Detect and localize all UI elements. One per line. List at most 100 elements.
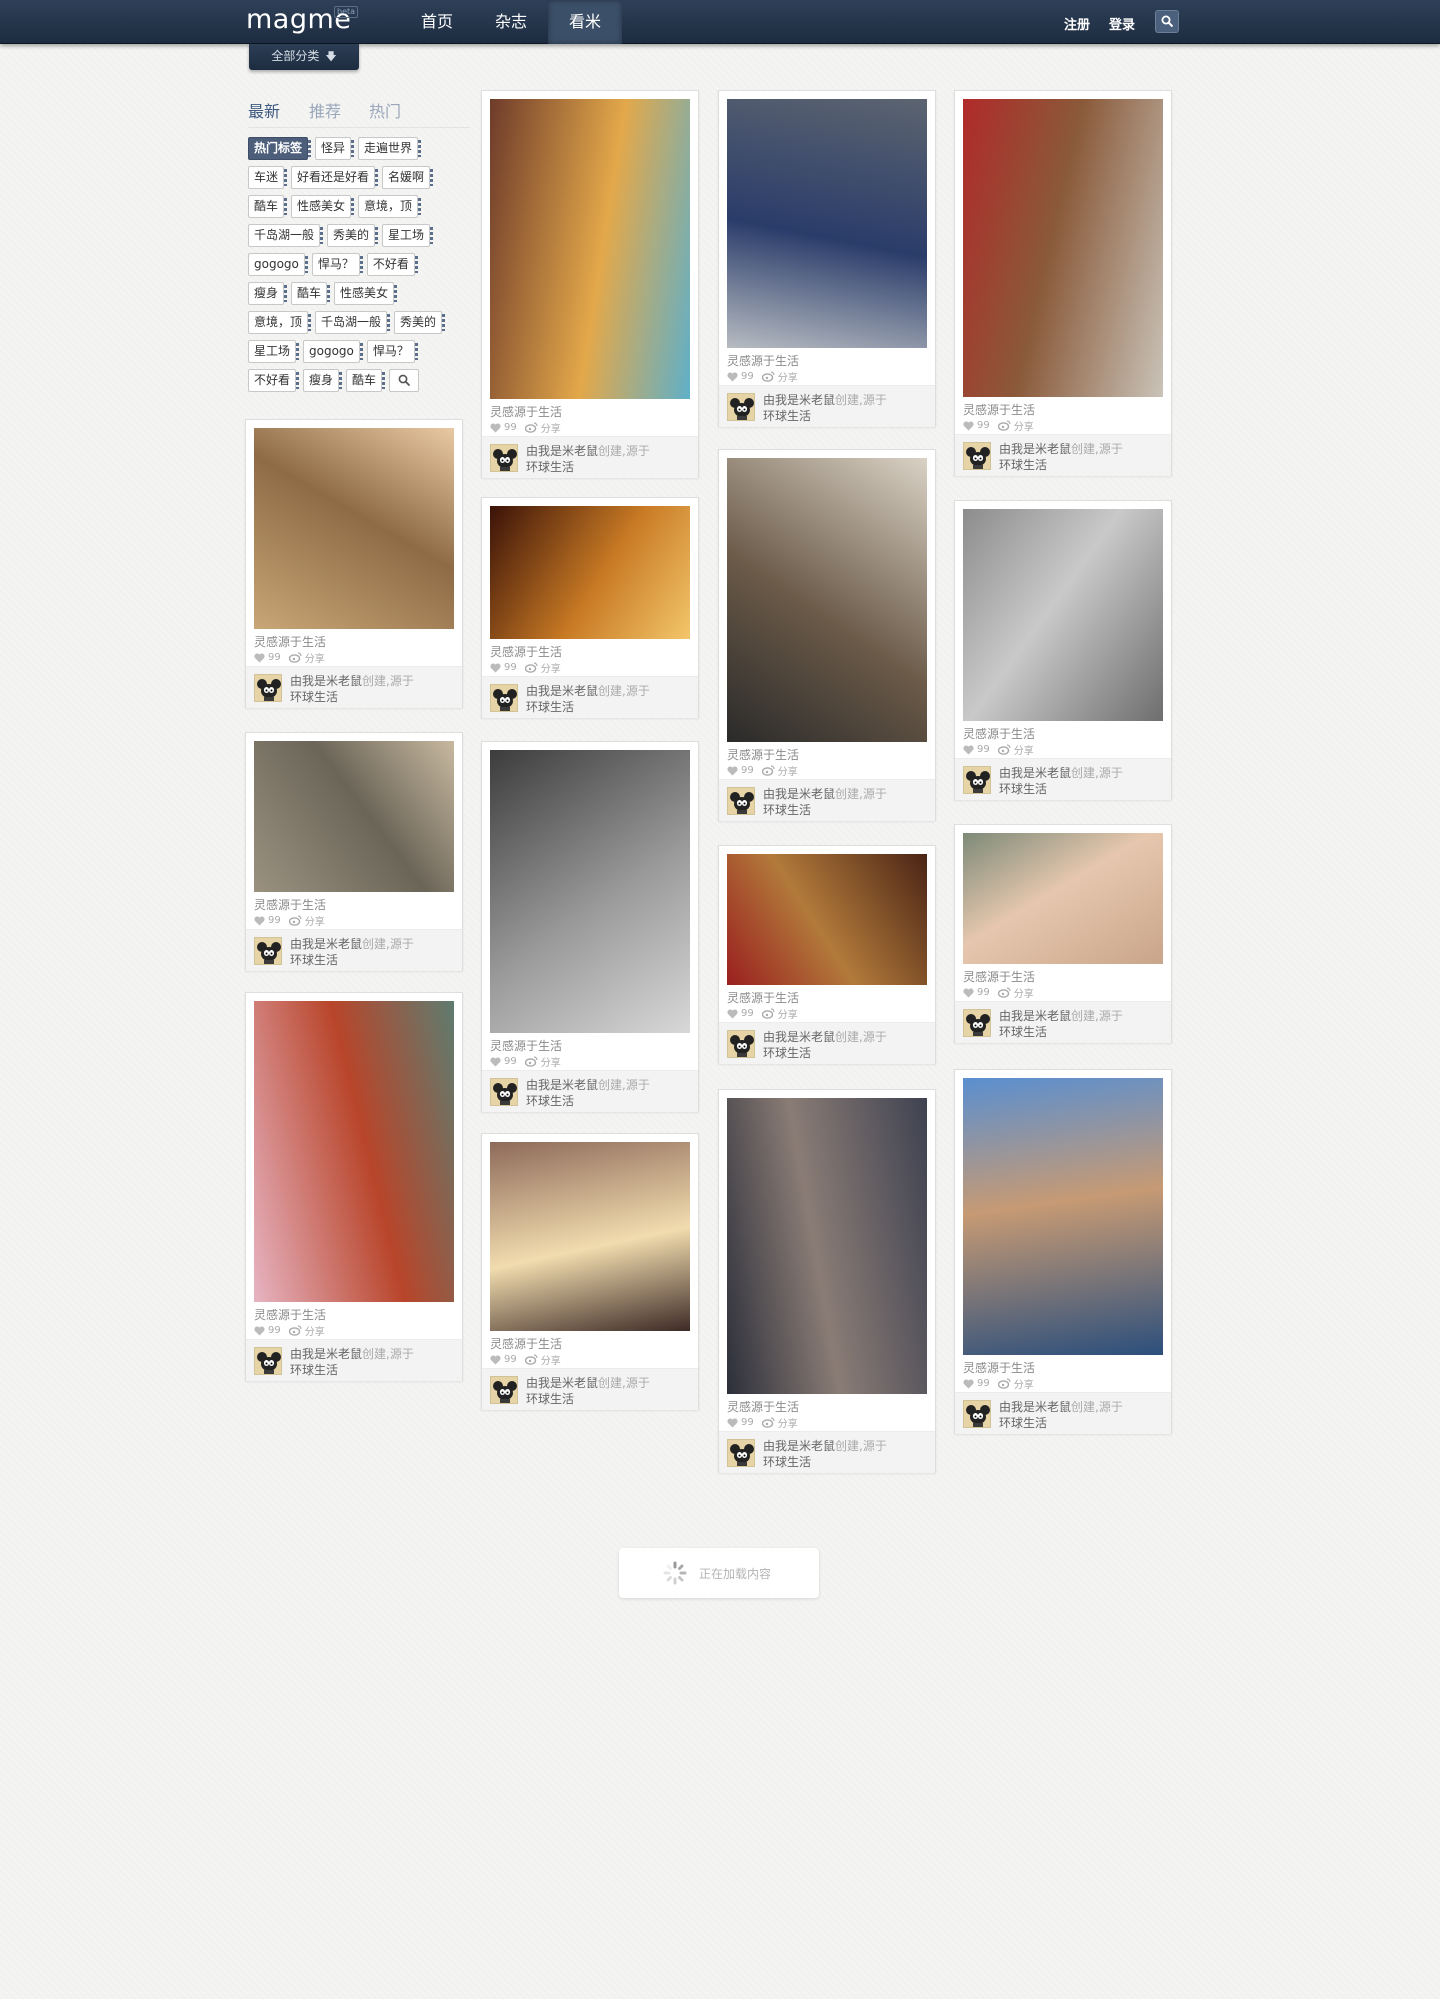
- photo-card[interactable]: 灵感源于生活 99 分享 由我是米老鼠创建,源于 环球生活: [481, 497, 699, 718]
- share-button[interactable]: 分享: [288, 913, 325, 928]
- board-link[interactable]: 环球生活: [526, 700, 574, 714]
- tag-item[interactable]: 星工场: [382, 224, 434, 247]
- photo-card[interactable]: 灵感源于生活 99 分享 由我是米老鼠创建,源于 环球生活: [718, 1089, 936, 1473]
- creator-link[interactable]: 由我是米老鼠: [290, 674, 362, 688]
- photo-card[interactable]: 灵感源于生活 99 分享 由我是米老鼠创建,源于 环球生活: [481, 1133, 699, 1410]
- tag-item[interactable]: 瘦身: [303, 369, 343, 392]
- board-link[interactable]: 环球生活: [763, 1046, 811, 1060]
- tag-item[interactable]: 酷车: [346, 369, 386, 392]
- card-title[interactable]: 灵感源于生活: [727, 989, 799, 1006]
- tag-item[interactable]: 悍马？: [366, 340, 418, 363]
- card-photo[interactable]: [963, 99, 1163, 397]
- board-link[interactable]: 环球生活: [763, 409, 811, 423]
- card-title[interactable]: 灵感源于生活: [490, 1335, 562, 1352]
- photo-card[interactable]: 灵感源于生活 99 分享 由我是米老鼠创建,源于 环球生活: [954, 824, 1172, 1043]
- card-photo[interactable]: [727, 854, 927, 985]
- share-button[interactable]: 分享: [761, 1415, 798, 1430]
- avatar[interactable]: [490, 1078, 518, 1106]
- like-button[interactable]: 99: [490, 1354, 517, 1365]
- login-link[interactable]: 登录: [1109, 14, 1135, 33]
- tag-item[interactable]: gogogo: [248, 253, 308, 276]
- card-photo[interactable]: [254, 428, 454, 629]
- avatar[interactable]: [490, 1376, 518, 1404]
- share-button[interactable]: 分享: [524, 660, 561, 675]
- share-button[interactable]: 分享: [524, 1352, 561, 1367]
- tab-recommended[interactable]: 推荐: [309, 98, 341, 122]
- tag-item[interactable]: 酷车: [248, 195, 288, 218]
- avatar[interactable]: [727, 1030, 755, 1058]
- creator-link[interactable]: 由我是米老鼠: [290, 937, 362, 951]
- share-button[interactable]: 分享: [761, 763, 798, 778]
- tag-search-button[interactable]: [389, 369, 420, 392]
- creator-link[interactable]: 由我是米老鼠: [999, 766, 1071, 780]
- share-button[interactable]: 分享: [524, 420, 561, 435]
- like-button[interactable]: 99: [963, 1378, 990, 1389]
- card-photo[interactable]: [490, 99, 690, 399]
- board-link[interactable]: 环球生活: [526, 1094, 574, 1108]
- nav-item-magazine[interactable]: 杂志: [474, 0, 548, 44]
- like-button[interactable]: 99: [727, 765, 754, 776]
- tag-item[interactable]: 怪异: [315, 137, 355, 160]
- tag-item[interactable]: 不好看: [366, 253, 418, 276]
- avatar[interactable]: [727, 787, 755, 815]
- like-button[interactable]: 99: [963, 744, 990, 755]
- board-link[interactable]: 环球生活: [290, 1363, 338, 1377]
- share-button[interactable]: 分享: [288, 650, 325, 665]
- creator-link[interactable]: 由我是米老鼠: [526, 1376, 598, 1390]
- board-link[interactable]: 环球生活: [999, 1025, 1047, 1039]
- avatar[interactable]: [963, 442, 991, 470]
- photo-card[interactable]: 灵感源于生活 99 分享 由我是米老鼠创建,源于 环球生活: [954, 1069, 1172, 1434]
- board-link[interactable]: 环球生活: [290, 690, 338, 704]
- tag-item[interactable]: 走遍世界: [358, 137, 422, 160]
- card-title[interactable]: 灵感源于生活: [254, 896, 326, 913]
- avatar[interactable]: [254, 1347, 282, 1375]
- creator-link[interactable]: 由我是米老鼠: [763, 787, 835, 801]
- card-title[interactable]: 灵感源于生活: [963, 968, 1035, 985]
- card-title[interactable]: 灵感源于生活: [963, 725, 1035, 742]
- share-button[interactable]: 分享: [997, 742, 1034, 757]
- board-link[interactable]: 环球生活: [763, 1455, 811, 1469]
- creator-link[interactable]: 由我是米老鼠: [999, 1009, 1071, 1023]
- photo-card[interactable]: 灵感源于生活 99 分享 由我是米老鼠创建,源于 环球生活: [954, 500, 1172, 800]
- tag-item[interactable]: 意境，顶: [248, 311, 312, 334]
- tag-item[interactable]: 不好看: [248, 369, 300, 392]
- tag-item[interactable]: 性感美女: [334, 282, 398, 305]
- board-link[interactable]: 环球生活: [999, 1416, 1047, 1430]
- like-button[interactable]: 99: [727, 371, 754, 382]
- creator-link[interactable]: 由我是米老鼠: [999, 442, 1071, 456]
- share-button[interactable]: 分享: [997, 418, 1034, 433]
- share-button[interactable]: 分享: [761, 1006, 798, 1021]
- creator-link[interactable]: 由我是米老鼠: [526, 684, 598, 698]
- avatar[interactable]: [490, 444, 518, 472]
- photo-card[interactable]: 灵感源于生活 99 分享 由我是米老鼠创建,源于 环球生活: [954, 90, 1172, 476]
- creator-link[interactable]: 由我是米老鼠: [763, 1439, 835, 1453]
- avatar[interactable]: [254, 937, 282, 965]
- card-title[interactable]: 灵感源于生活: [727, 1398, 799, 1415]
- nav-item-home[interactable]: 首页: [400, 0, 474, 44]
- nav-item-kanmi[interactable]: 看米: [548, 0, 622, 44]
- card-title[interactable]: 灵感源于生活: [963, 401, 1035, 418]
- tag-item[interactable]: 名媛啊: [382, 166, 434, 189]
- photo-card[interactable]: 灵感源于生活 99 分享 由我是米老鼠创建,源于 环球生活: [245, 992, 463, 1381]
- avatar[interactable]: [254, 674, 282, 702]
- like-button[interactable]: 99: [254, 652, 281, 663]
- board-link[interactable]: 环球生活: [999, 782, 1047, 796]
- tag-item[interactable]: 秀美的: [394, 311, 446, 334]
- share-button[interactable]: 分享: [761, 369, 798, 384]
- board-link[interactable]: 环球生活: [763, 803, 811, 817]
- card-photo[interactable]: [254, 741, 454, 892]
- tag-item[interactable]: 悍马？: [311, 253, 363, 276]
- register-link[interactable]: 注册: [1064, 14, 1090, 33]
- card-photo[interactable]: [727, 1098, 927, 1394]
- photo-card[interactable]: 灵感源于生活 99 分享 由我是米老鼠创建,源于 环球生活: [481, 741, 699, 1112]
- avatar[interactable]: [727, 393, 755, 421]
- tag-item[interactable]: 性感美女: [291, 195, 355, 218]
- tag-item[interactable]: 好看还是好看: [291, 166, 379, 189]
- tag-item[interactable]: 瘦身: [248, 282, 288, 305]
- tag-item[interactable]: 千岛湖一般: [315, 311, 391, 334]
- creator-link[interactable]: 由我是米老鼠: [763, 393, 835, 407]
- tab-latest[interactable]: 最新: [248, 98, 280, 122]
- photo-card[interactable]: 灵感源于生活 99 分享 由我是米老鼠创建,源于 环球生活: [718, 845, 936, 1064]
- card-title[interactable]: 灵感源于生活: [254, 633, 326, 650]
- board-link[interactable]: 环球生活: [526, 460, 574, 474]
